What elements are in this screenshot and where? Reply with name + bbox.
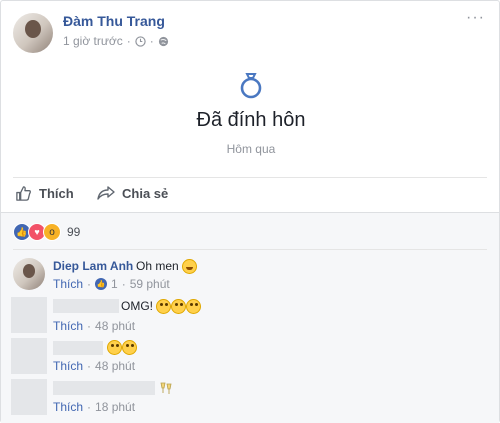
- flushed-emoji-icon: [122, 340, 137, 356]
- commenter-avatar-blurred[interactable]: [11, 379, 47, 415]
- commenter-avatar-blurred[interactable]: [11, 338, 47, 374]
- comment-time[interactable]: 59 phút: [130, 277, 170, 291]
- comment-text: OMG!: [121, 299, 202, 315]
- comment-footer: Thích · 👍 1 · 59 phút: [53, 277, 170, 291]
- comment-reaction-count[interactable]: 1: [111, 277, 118, 291]
- divider: [13, 177, 487, 178]
- commenter-name[interactable]: Diep Lam Anh: [53, 259, 133, 273]
- comment-text: [107, 340, 137, 356]
- public-globe-icon[interactable]: [158, 36, 169, 47]
- comment-like-link[interactable]: Thích: [53, 319, 83, 333]
- ring-icon: [240, 73, 262, 99]
- laughing-emoji-icon: [182, 259, 198, 275]
- comment-time[interactable]: 18 phút: [95, 400, 135, 414]
- commenter-name-blurred[interactable]: [53, 381, 155, 395]
- comment-text: Oh men: [136, 259, 198, 275]
- comment-footer: Thích · 18 phút: [53, 400, 136, 414]
- life-event-title: Đã đính hôn: [196, 109, 306, 131]
- clock-icon: [135, 35, 146, 47]
- like-label: Thích: [39, 186, 74, 201]
- comment-footer: Thích · 48 phút: [53, 359, 136, 373]
- commenter-name-blurred[interactable]: [53, 341, 103, 355]
- comment-footer: Thích · 48 phút: [53, 319, 136, 333]
- like-button[interactable]: Thích: [15, 185, 74, 202]
- commenter-name-blurred[interactable]: [53, 299, 119, 313]
- flushed-emoji-icon: [171, 299, 187, 315]
- share-button[interactable]: Chia sẻ: [97, 185, 168, 201]
- share-label: Chia sẻ: [122, 185, 169, 201]
- flushed-emoji-icon: [107, 340, 122, 356]
- author-avatar[interactable]: [13, 13, 53, 53]
- comment-like-link[interactable]: Thích: [53, 277, 83, 291]
- author-name[interactable]: Đàm Thu Trang: [63, 13, 165, 29]
- post-card: Đàm Thu Trang 1 giờ trước · · ··· Đã đín…: [0, 0, 500, 423]
- flushed-emoji-icon: [186, 299, 202, 315]
- comment-time[interactable]: 48 phút: [95, 359, 135, 373]
- post-meta: 1 giờ trước · ·: [63, 34, 169, 48]
- commenter-avatar-blurred[interactable]: [11, 297, 47, 333]
- flushed-emoji-icon: [156, 299, 172, 315]
- wow-icon: o: [43, 223, 61, 241]
- reactions-summary[interactable]: 👍 ♥ o 99: [13, 223, 80, 241]
- comment-like-link[interactable]: Thích: [53, 359, 83, 373]
- share-arrow-icon: [97, 186, 115, 200]
- post-time[interactable]: 1 giờ trước: [63, 34, 123, 48]
- more-options-icon[interactable]: ···: [466, 9, 485, 27]
- thumbs-up-icon: [16, 186, 31, 201]
- comment-like-link[interactable]: Thích: [53, 400, 83, 414]
- like-icon: 👍: [95, 278, 108, 290]
- clinking-glasses-emoji-icon: [160, 382, 172, 394]
- reaction-count: 99: [67, 225, 81, 239]
- life-event-date: Hôm qua: [226, 142, 276, 156]
- divider: [13, 249, 487, 250]
- commenter-avatar[interactable]: [13, 258, 45, 290]
- comment-time[interactable]: 48 phút: [95, 319, 135, 333]
